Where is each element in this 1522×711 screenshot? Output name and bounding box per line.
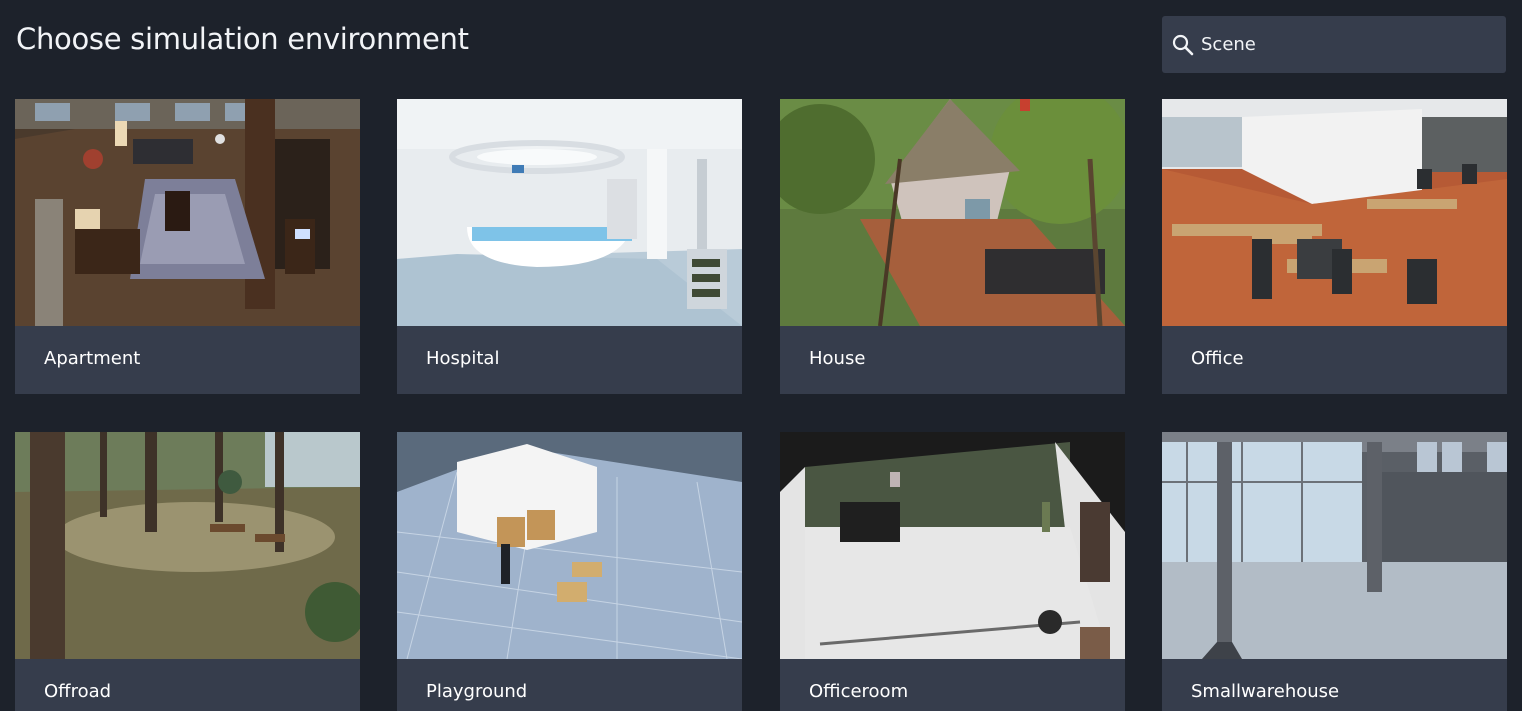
offroad-preview-image bbox=[15, 432, 360, 659]
house-preview-image bbox=[780, 99, 1125, 326]
environment-label: Office bbox=[1191, 348, 1244, 369]
environment-chooser-page: Choose simulation environment Scene Apar… bbox=[0, 0, 1522, 711]
environment-label: Smallwarehouse bbox=[1191, 681, 1340, 702]
page-title: Choose simulation environment bbox=[16, 22, 469, 56]
environment-label: Offroad bbox=[44, 681, 112, 702]
environment-label: House bbox=[809, 348, 866, 369]
officeroom-preview-image bbox=[780, 432, 1125, 659]
environment-card-house[interactable]: House bbox=[780, 99, 1125, 394]
apartment-preview-image bbox=[15, 99, 360, 326]
environment-card-hospital[interactable]: Hospital bbox=[397, 99, 742, 394]
smallwarehouse-preview-image bbox=[1162, 432, 1507, 659]
environment-label: Apartment bbox=[44, 348, 141, 369]
playground-preview-image bbox=[397, 432, 742, 659]
search-input[interactable] bbox=[1201, 34, 1491, 55]
environment-card-offroad[interactable]: Offroad bbox=[15, 432, 360, 711]
environment-card-apartment[interactable]: Apartment bbox=[15, 99, 360, 394]
environment-label: Hospital bbox=[426, 348, 500, 369]
environment-card-playground[interactable]: Playground bbox=[397, 432, 742, 711]
search-box[interactable] bbox=[1162, 16, 1506, 73]
search-icon bbox=[1172, 34, 1194, 55]
environment-label: Officeroom bbox=[809, 681, 909, 702]
hospital-preview-image bbox=[397, 99, 742, 326]
office-preview-image bbox=[1162, 99, 1507, 326]
environment-card-office[interactable]: Office bbox=[1162, 99, 1507, 394]
environment-label: Playground bbox=[426, 681, 528, 702]
environment-card-smallwarehouse[interactable]: Smallwarehouse bbox=[1162, 432, 1507, 711]
environment-card-officeroom[interactable]: Officeroom bbox=[780, 432, 1125, 711]
